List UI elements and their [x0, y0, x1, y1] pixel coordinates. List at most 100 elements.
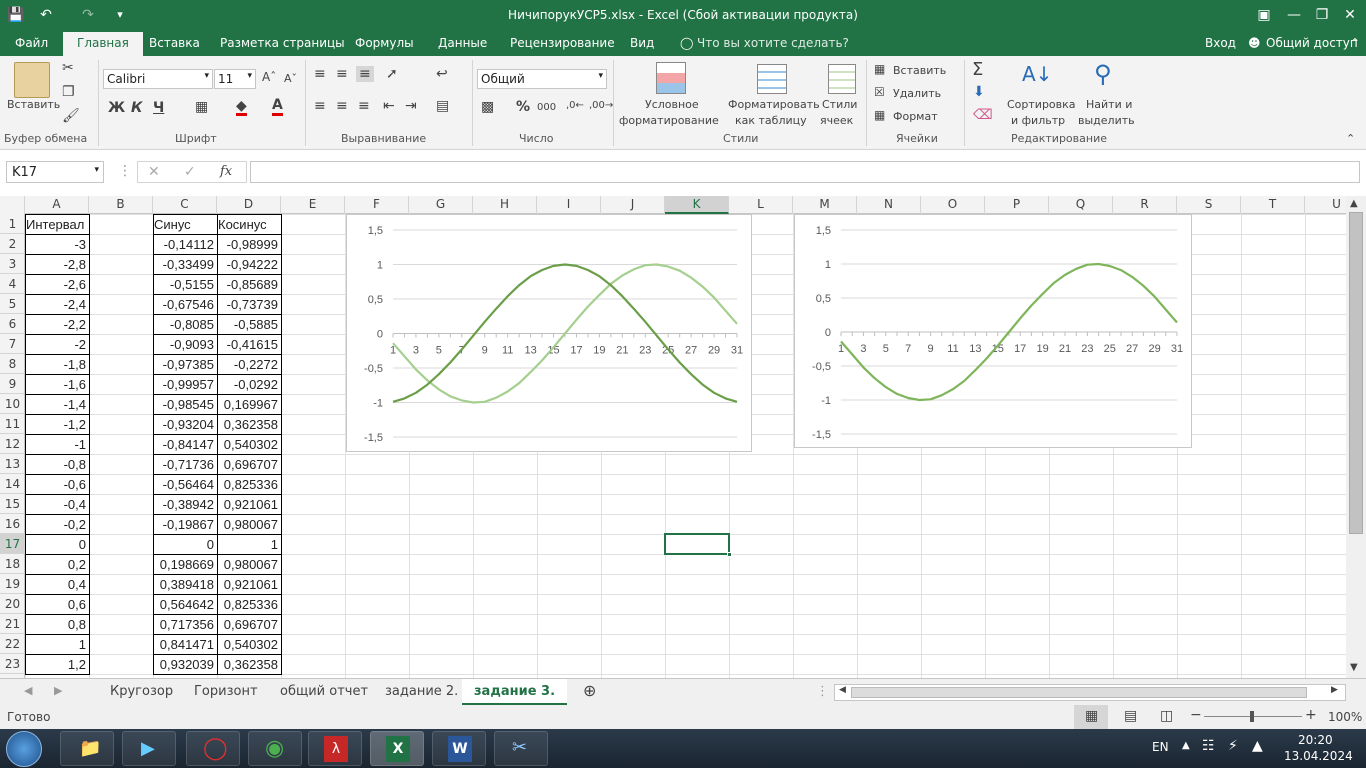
scroll-up-icon[interactable]: ▲ — [1350, 198, 1358, 209]
sort-filter-icon[interactable]: A↓ — [1022, 62, 1052, 86]
cell-interval[interactable]: -2 — [25, 334, 90, 355]
prev-sheet-icon[interactable]: ◀ — [24, 684, 32, 697]
cell-cosine[interactable]: -0,2272 — [217, 354, 282, 375]
wrap-text-icon[interactable]: ↩ — [436, 66, 448, 82]
column-header[interactable]: Q — [1049, 196, 1113, 214]
align-center-icon[interactable]: ≡ — [336, 98, 348, 114]
scroll-thumb[interactable] — [851, 687, 1307, 698]
align-bottom-icon[interactable]: ≡ — [356, 66, 374, 82]
cell-interval[interactable]: -0,6 — [25, 474, 90, 495]
increase-indent-icon[interactable]: ⇥ — [405, 98, 417, 114]
row-header[interactable]: 12 — [0, 434, 25, 454]
cell-cosine[interactable]: -0,98999 — [217, 234, 282, 255]
row-header[interactable]: 8 — [0, 354, 25, 374]
column-header[interactable]: T — [1241, 196, 1305, 214]
cell-sine[interactable]: -0,67546 — [153, 294, 218, 315]
cell-interval[interactable]: -1 — [25, 434, 90, 455]
font-name-select[interactable]: Calibri ▾ — [103, 69, 213, 89]
fill-handle[interactable] — [727, 552, 732, 557]
percent-button[interactable]: % — [516, 99, 530, 115]
tray-arrow-icon[interactable]: ▲ — [1182, 740, 1190, 751]
cell-cosine[interactable]: -0,5885 — [217, 314, 282, 335]
row-header[interactable]: 23 — [0, 654, 25, 674]
paste-button[interactable]: Вставить — [7, 98, 60, 111]
column-header[interactable]: H — [473, 196, 537, 214]
enter-icon[interactable]: ✓ — [184, 164, 196, 180]
column-header[interactable]: S — [1177, 196, 1241, 214]
cell-sine[interactable]: 0 — [153, 534, 218, 555]
cell-sine[interactable]: -0,8085 — [153, 314, 218, 335]
share-button[interactable]: Общий доступ — [1266, 36, 1358, 50]
cell-cosine[interactable]: -0,0292 — [217, 374, 282, 395]
insert-cells-button[interactable]: Вставить — [893, 64, 946, 77]
paste-icon[interactable] — [14, 62, 50, 98]
cell-cosine[interactable]: 0,540302 — [217, 434, 282, 455]
cell-sine[interactable]: -0,84147 — [153, 434, 218, 455]
cell-sine[interactable]: -0,9093 — [153, 334, 218, 355]
cell-interval[interactable]: 0,2 — [25, 554, 90, 575]
copy-icon[interactable]: ❐ — [62, 84, 75, 100]
clock-date[interactable]: 13.04.2024 — [1284, 749, 1353, 763]
scroll-right-icon[interactable]: ▶ — [1331, 685, 1338, 695]
word-app[interactable]: W — [432, 731, 486, 766]
signal-icon[interactable]: ▲ — [1252, 738, 1263, 754]
row-header[interactable]: 21 — [0, 614, 25, 634]
cell-header-sine[interactable]: Синус — [153, 214, 218, 235]
column-header[interactable]: G — [409, 196, 473, 214]
fill-color-icon[interactable]: ◆ — [236, 99, 247, 116]
find-select-button[interactable]: выделить — [1078, 114, 1135, 127]
cell-interval[interactable]: -0,2 — [25, 514, 90, 535]
cell-cosine[interactable]: 0,980067 — [217, 514, 282, 535]
cell-header-cosine[interactable]: Косинус — [217, 214, 282, 235]
cell-cosine[interactable]: 0,169967 — [217, 394, 282, 415]
bold-button[interactable]: Ж — [108, 100, 125, 116]
column-header[interactable]: A — [25, 196, 89, 214]
row-header[interactable]: 17 — [0, 534, 25, 554]
autosum-icon[interactable]: Σ — [972, 59, 983, 80]
cell-sine[interactable]: -0,38942 — [153, 494, 218, 515]
tab-home[interactable]: Главная — [63, 32, 143, 56]
cell-interval[interactable]: -0,4 — [25, 494, 90, 515]
name-box[interactable]: K17 ▾ — [6, 161, 104, 183]
explorer-app[interactable]: 📁 — [60, 731, 114, 766]
zoom-in-icon[interactable]: + — [1305, 707, 1317, 723]
sheet-tab-gorizont[interactable]: Горизонт — [194, 684, 258, 699]
column-header[interactable]: D — [217, 196, 281, 214]
cell-cosine[interactable]: -0,41615 — [217, 334, 282, 355]
row-header[interactable]: 15 — [0, 494, 25, 514]
cell-interval[interactable]: -1,6 — [25, 374, 90, 395]
cell-sine[interactable]: -0,56464 — [153, 474, 218, 495]
cell-sine[interactable]: 0,198669 — [153, 554, 218, 575]
tab-page-layout[interactable]: Разметка страницы — [220, 36, 345, 50]
format-table-icon[interactable] — [757, 64, 787, 94]
row-header[interactable]: 7 — [0, 334, 25, 354]
underline-button[interactable]: Ч — [153, 100, 164, 116]
column-header[interactable]: B — [89, 196, 153, 214]
ribbon-display-icon[interactable]: ▣ — [1252, 4, 1276, 26]
column-header[interactable]: P — [985, 196, 1049, 214]
row-header[interactable]: 3 — [0, 254, 25, 274]
cell-sine[interactable]: -0,14112 — [153, 234, 218, 255]
column-header[interactable]: E — [281, 196, 345, 214]
cell-sine[interactable]: 0,389418 — [153, 574, 218, 595]
font-size-select[interactable]: 11 ▾ — [214, 69, 256, 89]
conditional-format-button[interactable]: форматирование — [619, 114, 719, 127]
column-header[interactable]: F — [345, 196, 409, 214]
page-layout-view-icon[interactable]: ▤ — [1124, 708, 1137, 724]
tell-me-box[interactable]: Что вы хотите сделать? — [697, 36, 849, 50]
cell-sine[interactable]: -0,99957 — [153, 374, 218, 395]
acrobat-app[interactable]: λ — [308, 731, 362, 766]
cell-cosine[interactable]: -0,94222 — [217, 254, 282, 275]
borders-icon[interactable]: ▦ — [195, 99, 208, 115]
column-header[interactable]: I — [537, 196, 601, 214]
decrease-font-icon[interactable]: Aˇ — [284, 72, 297, 85]
number-format-select[interactable]: Общий ▾ — [477, 69, 607, 89]
decrease-decimal-icon[interactable]: ,00→ — [589, 100, 613, 111]
column-header[interactable]: M — [793, 196, 857, 214]
cell-cosine[interactable]: 0,921061 — [217, 494, 282, 515]
column-header[interactable]: O — [921, 196, 985, 214]
format-cells-button[interactable]: Формат — [893, 110, 938, 123]
cell-sine[interactable]: -0,19867 — [153, 514, 218, 535]
select-all-corner[interactable] — [0, 196, 25, 214]
sheet-tab-task2[interactable]: задание 2. — [385, 684, 458, 699]
